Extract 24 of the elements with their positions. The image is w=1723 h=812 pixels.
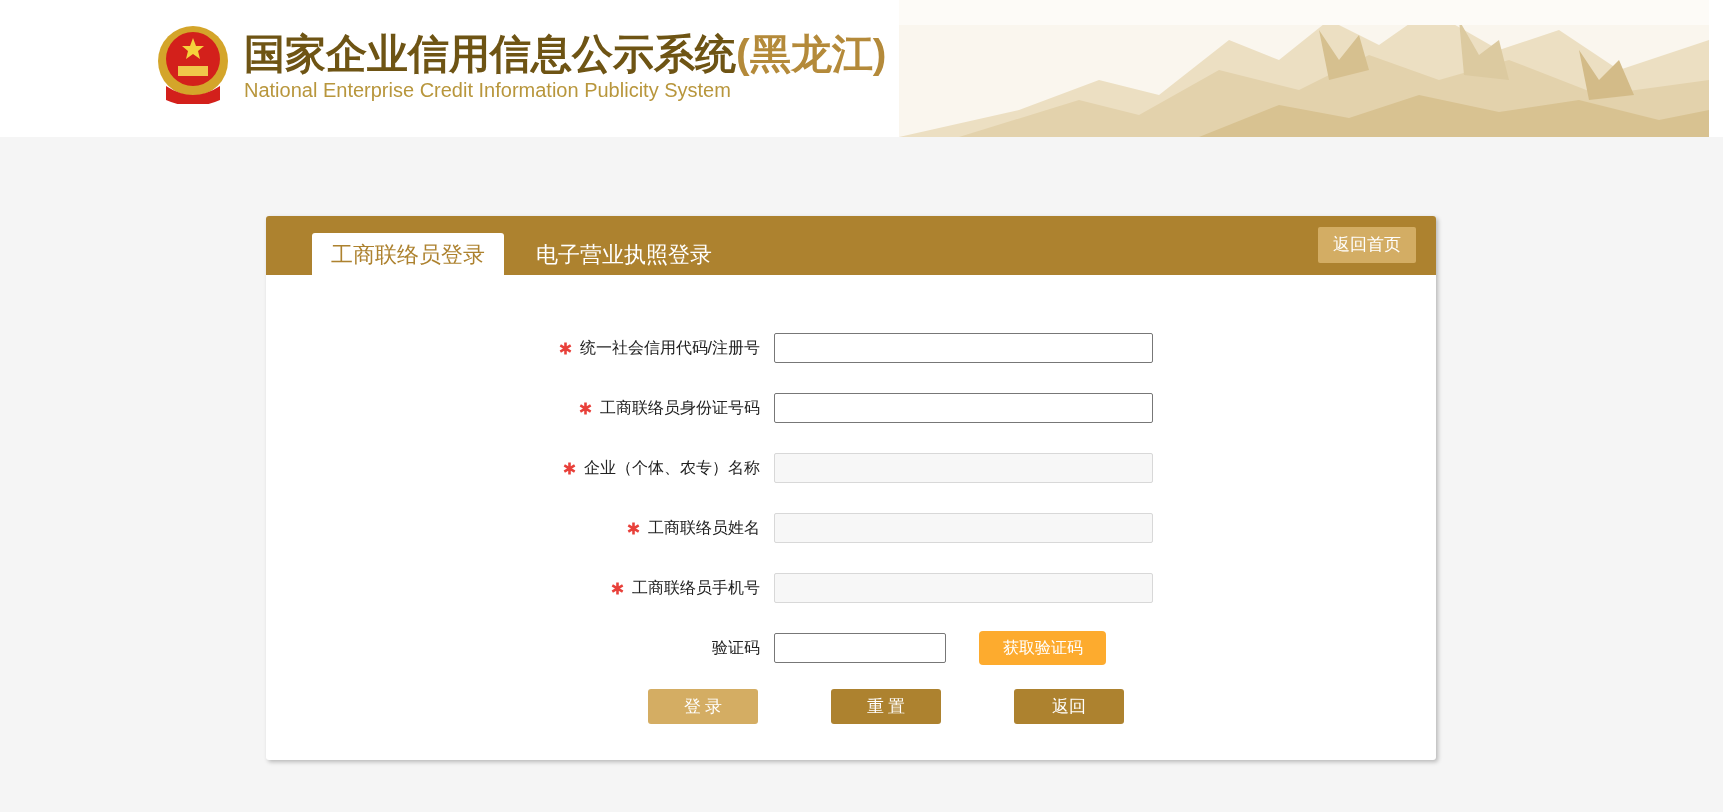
field-label: 验证码 bbox=[712, 638, 760, 658]
region-title: (黑龙江) bbox=[736, 30, 887, 78]
action-button[interactable]: 返回 bbox=[1014, 689, 1124, 724]
input-field[interactable] bbox=[774, 333, 1153, 363]
emblem-icon bbox=[156, 24, 230, 104]
field-label: 企业（个体、农专）名称 bbox=[584, 458, 760, 478]
field-label: 工商联络员姓名 bbox=[648, 518, 760, 538]
asterisk-icon bbox=[558, 341, 572, 355]
asterisk-icon bbox=[579, 401, 592, 415]
site-title: 国家企业信用信息公示系统 bbox=[244, 30, 736, 78]
tab[interactable]: 工商联络员登录 bbox=[312, 233, 504, 275]
input-field[interactable] bbox=[774, 633, 946, 663]
action-button[interactable]: 重 置 bbox=[831, 689, 941, 724]
field-label: 工商联络员身份证号码 bbox=[600, 398, 760, 418]
asterisk-icon bbox=[611, 581, 624, 595]
home-button[interactable]: 返回首页 bbox=[1318, 227, 1416, 263]
asterisk-icon bbox=[563, 461, 576, 475]
input-field[interactable] bbox=[774, 393, 1153, 423]
get-code-button[interactable]: 获取验证码 bbox=[979, 631, 1106, 665]
site-subtitle: National Enterprise Credit Information Publicity System bbox=[244, 78, 732, 102]
field-label: 统一社会信用代码/注册号 bbox=[579, 338, 760, 358]
field-label: 工商联络员手机号 bbox=[632, 578, 760, 598]
tab[interactable]: 电子营业执照登录 bbox=[534, 233, 714, 275]
asterisk-icon bbox=[627, 521, 640, 535]
